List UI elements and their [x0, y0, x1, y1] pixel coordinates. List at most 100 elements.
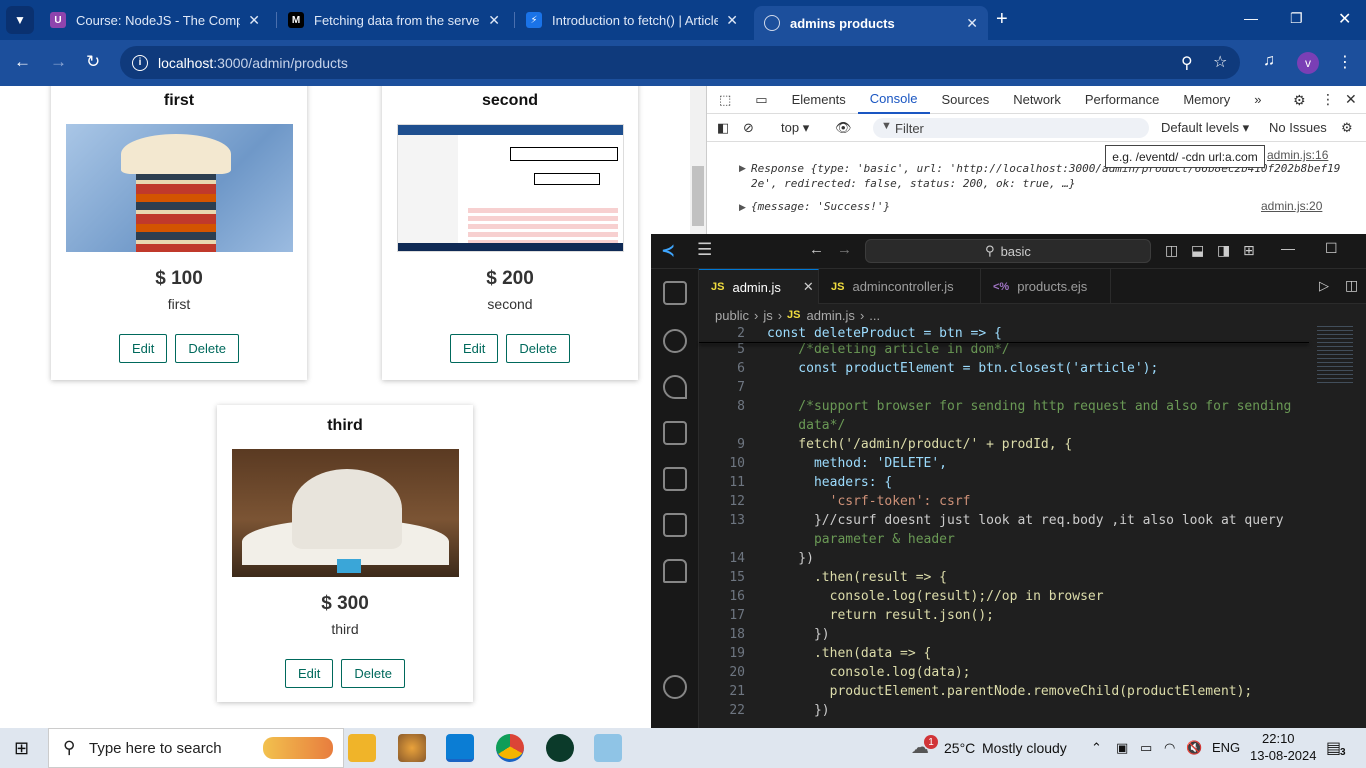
- chrome-taskbar-icon[interactable]: [496, 734, 524, 762]
- run-icon[interactable]: ▷: [1319, 278, 1329, 294]
- volume-mute-icon[interactable]: 🔇: [1186, 740, 1202, 756]
- browser-tab-fetching[interactable]: M Fetching data from the server - ✕: [278, 6, 510, 34]
- code-line[interactable]: /*deleting article in dom*/: [767, 342, 1009, 357]
- window-close-icon[interactable]: ✕: [1338, 9, 1351, 29]
- clear-console-icon[interactable]: ⊘: [743, 120, 754, 136]
- nav-forward-icon[interactable]: →: [837, 241, 852, 258]
- restore-icon[interactable]: ❐: [1290, 10, 1303, 27]
- code-line[interactable]: fetch('/admin/product/' + prodId, {: [767, 437, 1072, 452]
- breadcrumb-item[interactable]: js: [763, 308, 772, 323]
- address-bar[interactable]: i localhost:3000/admin/products: [120, 46, 1240, 79]
- code-line[interactable]: parameter & header: [767, 532, 955, 547]
- editor-tab-admincontroller[interactable]: JS admincontroller.js: [819, 269, 981, 304]
- run-debug-icon[interactable]: [663, 421, 687, 445]
- tab-console[interactable]: Console: [857, 86, 930, 114]
- breadcrumb-item[interactable]: admin.js: [807, 308, 855, 323]
- notification-icon[interactable]: ▤: [1326, 738, 1341, 758]
- wifi-icon[interactable]: ◠: [1164, 740, 1175, 756]
- split-editor-icon[interactable]: ◫: [1345, 277, 1358, 294]
- site-info-icon[interactable]: i: [132, 54, 148, 71]
- console-settings-icon[interactable]: ⚙: [1341, 120, 1353, 136]
- accounts-icon[interactable]: [663, 675, 687, 699]
- show-hidden-icons-icon[interactable]: ⌃: [1091, 740, 1102, 756]
- bookmark-star-icon[interactable]: ☆: [1213, 52, 1227, 72]
- source-control-icon[interactable]: [663, 375, 687, 399]
- battery-icon[interactable]: ▭: [1140, 740, 1152, 756]
- nav-back-icon[interactable]: ←: [809, 241, 824, 258]
- log-source-link[interactable]: admin.js:20: [1261, 199, 1322, 213]
- code-line[interactable]: 'csrf-token': csrf: [767, 494, 971, 509]
- toggle-secondary-sidebar-icon[interactable]: ◨: [1217, 242, 1230, 259]
- menu-kebab-icon[interactable]: ⋮: [1337, 52, 1353, 72]
- code-line[interactable]: }): [767, 703, 830, 718]
- code-line[interactable]: /*support browser for sending http reque…: [767, 399, 1291, 414]
- back-icon[interactable]: ←: [14, 52, 31, 72]
- hamburger-menu-icon[interactable]: ☰: [697, 240, 712, 260]
- profile-avatar[interactable]: v: [1297, 52, 1319, 74]
- code-line[interactable]: const deleteProduct = btn => {: [767, 326, 1002, 341]
- edit-button[interactable]: Edit: [119, 334, 168, 363]
- code-line[interactable]: const productElement = btn.closest('arti…: [767, 361, 1158, 376]
- close-icon[interactable]: ✕: [803, 279, 814, 295]
- code-line[interactable]: }): [767, 551, 814, 566]
- log-source-link[interactable]: admin.js:16: [1267, 148, 1328, 162]
- inspect-element-icon[interactable]: ⬚: [707, 86, 743, 114]
- media-control-icon[interactable]: ♫: [1263, 52, 1275, 70]
- code-line[interactable]: productElement.parentNode.removeChild(pr…: [767, 684, 1253, 699]
- delete-button[interactable]: Delete: [341, 659, 405, 688]
- code-line[interactable]: console.log(result);//op in browser: [767, 589, 1104, 604]
- editor-tab-admin-js[interactable]: JS admin.js ✕: [699, 269, 819, 304]
- docker-icon[interactable]: [663, 559, 687, 583]
- windows-start-icon[interactable]: ⊞: [14, 738, 29, 759]
- devtools-menu-icon[interactable]: ⋮: [1321, 91, 1335, 108]
- zoom-icon[interactable]: ⚲: [1181, 53, 1193, 73]
- tab-sources[interactable]: Sources: [930, 86, 1002, 114]
- weather-temp[interactable]: 25°C: [944, 740, 975, 756]
- expand-arrow-icon[interactable]: ▶: [739, 202, 746, 213]
- breadcrumb-item[interactable]: public: [715, 308, 749, 323]
- settings-gear-icon[interactable]: ⚙: [1293, 92, 1306, 109]
- delete-button[interactable]: Delete: [506, 334, 570, 363]
- toggle-panel-icon[interactable]: ⬓: [1191, 242, 1204, 259]
- code-line[interactable]: method: 'DELETE',: [767, 456, 947, 471]
- code-editor[interactable]: 2 const deleteProduct = btn => {5 /*delet…: [699, 326, 1309, 728]
- customize-layout-icon[interactable]: ⊞: [1243, 242, 1255, 259]
- vscode-minimize-icon[interactable]: —: [1281, 240, 1295, 256]
- editor-tab-products-ejs[interactable]: <% products.ejs: [981, 269, 1111, 304]
- close-icon[interactable]: ✕: [488, 12, 500, 29]
- clock-time[interactable]: 22:10: [1262, 731, 1295, 746]
- extensions-icon[interactable]: [663, 467, 687, 491]
- page-scrollbar[interactable]: [690, 86, 706, 236]
- tab-network[interactable]: Network: [1001, 86, 1073, 114]
- code-line[interactable]: }): [767, 627, 830, 642]
- code-line[interactable]: .then(result => {: [767, 570, 947, 585]
- context-select[interactable]: top ▾: [781, 120, 809, 136]
- scrollbar-thumb[interactable]: [692, 166, 704, 226]
- breadcrumb-item[interactable]: ...: [869, 308, 880, 323]
- reload-icon[interactable]: ↻: [86, 52, 100, 72]
- paint-icon[interactable]: [398, 734, 426, 762]
- forward-icon[interactable]: →: [50, 52, 67, 72]
- code-line[interactable]: data*/: [767, 418, 845, 433]
- command-center-search[interactable]: ⚲ basic: [865, 239, 1151, 263]
- browser-tab-admins-products[interactable]: admins products ✕: [754, 6, 988, 40]
- clock-date[interactable]: 13-08-2024: [1250, 748, 1317, 763]
- expand-arrow-icon[interactable]: ▶: [739, 163, 746, 174]
- tab-memory[interactable]: Memory: [1171, 86, 1242, 114]
- code-line[interactable]: return result.json();: [767, 608, 994, 623]
- minimap[interactable]: [1315, 326, 1365, 728]
- language-indicator[interactable]: ENG: [1212, 740, 1240, 755]
- code-line[interactable]: }//csurf doesnt just look at req.body ,i…: [767, 513, 1284, 528]
- browser-tab-fetch-intro[interactable]: ⚡ Introduction to fetch() | Article ✕: [516, 6, 748, 34]
- devtools-close-icon[interactable]: ✕: [1345, 91, 1357, 108]
- mongodb-compass-icon[interactable]: [546, 734, 574, 762]
- minimize-icon[interactable]: —: [1244, 10, 1258, 26]
- edit-button[interactable]: Edit: [450, 334, 499, 363]
- code-line[interactable]: .then(data => {: [767, 646, 931, 661]
- file-explorer-icon[interactable]: [348, 734, 376, 762]
- delete-button[interactable]: Delete: [175, 334, 239, 363]
- tab-search-button[interactable]: ▼: [6, 6, 34, 34]
- device-toolbar-icon[interactable]: ▭: [743, 86, 779, 114]
- issues-label[interactable]: No Issues: [1269, 120, 1327, 135]
- more-tabs-icon[interactable]: »: [1242, 86, 1273, 114]
